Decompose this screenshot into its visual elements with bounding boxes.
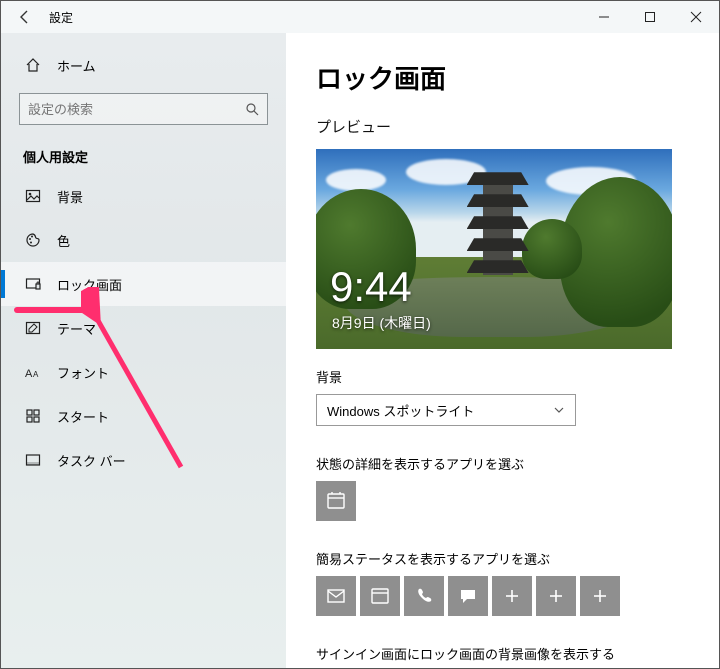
- start-icon: [23, 408, 43, 424]
- sidebar-item-label: 背景: [57, 187, 83, 206]
- quick-app-row: [316, 576, 719, 616]
- quick-app-tile-plus[interactable]: [536, 576, 576, 616]
- quick-app-tile-phone[interactable]: [404, 576, 444, 616]
- settings-window: 設定 ホーム 個人用設定 背景色ロック画面テーマAAフォントスタートタスク バー: [0, 0, 720, 669]
- sidebar-item-label: テーマ: [57, 319, 96, 338]
- quick-app-tile-plus[interactable]: [492, 576, 532, 616]
- section-title: 個人用設定: [23, 147, 286, 166]
- preview-time: 9:44: [330, 263, 412, 311]
- preview-label: プレビュー: [316, 116, 719, 137]
- detailed-app-label: 状態の詳細を表示するアプリを選ぶ: [316, 454, 719, 473]
- chevron-down-icon: [553, 404, 565, 416]
- sidebar-item-lock-screen[interactable]: ロック画面: [1, 262, 286, 306]
- sidebar-item-label: スタート: [57, 407, 109, 426]
- quick-app-tile-chat[interactable]: [448, 576, 488, 616]
- detailed-app-tile[interactable]: [316, 481, 356, 521]
- quick-app-label: 簡易ステータスを表示するアプリを選ぶ: [316, 549, 719, 568]
- content-pane: ロック画面 プレビュー: [286, 33, 719, 668]
- preview-date: 8月9日 (木曜日): [332, 313, 431, 333]
- background-label: 背景: [316, 367, 719, 386]
- back-button[interactable]: [9, 1, 41, 33]
- sidebar-item-label: フォント: [57, 363, 109, 382]
- maximize-button[interactable]: [627, 1, 673, 33]
- window-title: 設定: [49, 9, 73, 26]
- page-heading: ロック画面: [316, 59, 719, 96]
- theme-icon: [23, 320, 43, 336]
- home-label: ホーム: [57, 56, 96, 75]
- sidebar-item-picture[interactable]: 背景: [1, 174, 286, 218]
- taskbar-icon: [23, 452, 43, 468]
- search-box[interactable]: [19, 93, 268, 125]
- sidebar-item-label: タスク バー: [57, 451, 126, 470]
- sidebar-item-font[interactable]: AA フォント: [1, 350, 286, 394]
- quick-app-tile-mail[interactable]: [316, 576, 356, 616]
- close-button[interactable]: [673, 1, 719, 33]
- quick-app-tile-calendar[interactable]: [360, 576, 400, 616]
- sidebar-item-taskbar[interactable]: タスク バー: [1, 438, 286, 482]
- lock-screen-icon: [23, 276, 43, 292]
- palette-icon: [23, 232, 43, 248]
- titlebar: 設定: [1, 1, 719, 33]
- sidebar: ホーム 個人用設定 背景色ロック画面テーマ AA フォントスタートタスク バー: [1, 33, 286, 668]
- svg-text:A: A: [25, 368, 33, 380]
- home-icon: [23, 57, 43, 73]
- svg-text:A: A: [33, 370, 39, 379]
- picture-icon: [23, 188, 43, 204]
- home-link[interactable]: ホーム: [1, 47, 286, 83]
- signin-bg-label: サインイン画面にロック画面の背景画像を表示する: [316, 644, 719, 663]
- sidebar-item-palette[interactable]: 色: [1, 218, 286, 262]
- search-icon: [245, 102, 259, 116]
- font-icon: AA: [23, 364, 43, 380]
- quick-app-tile-plus[interactable]: [580, 576, 620, 616]
- minimize-button[interactable]: [581, 1, 627, 33]
- dropdown-value: Windows スポットライト: [327, 401, 474, 420]
- window-controls: [581, 1, 719, 33]
- sidebar-item-label: 色: [57, 231, 70, 250]
- background-dropdown[interactable]: Windows スポットライト: [316, 394, 576, 426]
- lock-screen-preview[interactable]: 9:44 8月9日 (木曜日): [316, 149, 672, 349]
- sidebar-item-label: ロック画面: [57, 275, 122, 294]
- annotation-underline: [14, 307, 96, 313]
- nav-list: 背景色ロック画面テーマ AA フォントスタートタスク バー: [1, 174, 286, 482]
- search-input[interactable]: [28, 102, 245, 117]
- sidebar-item-start[interactable]: スタート: [1, 394, 286, 438]
